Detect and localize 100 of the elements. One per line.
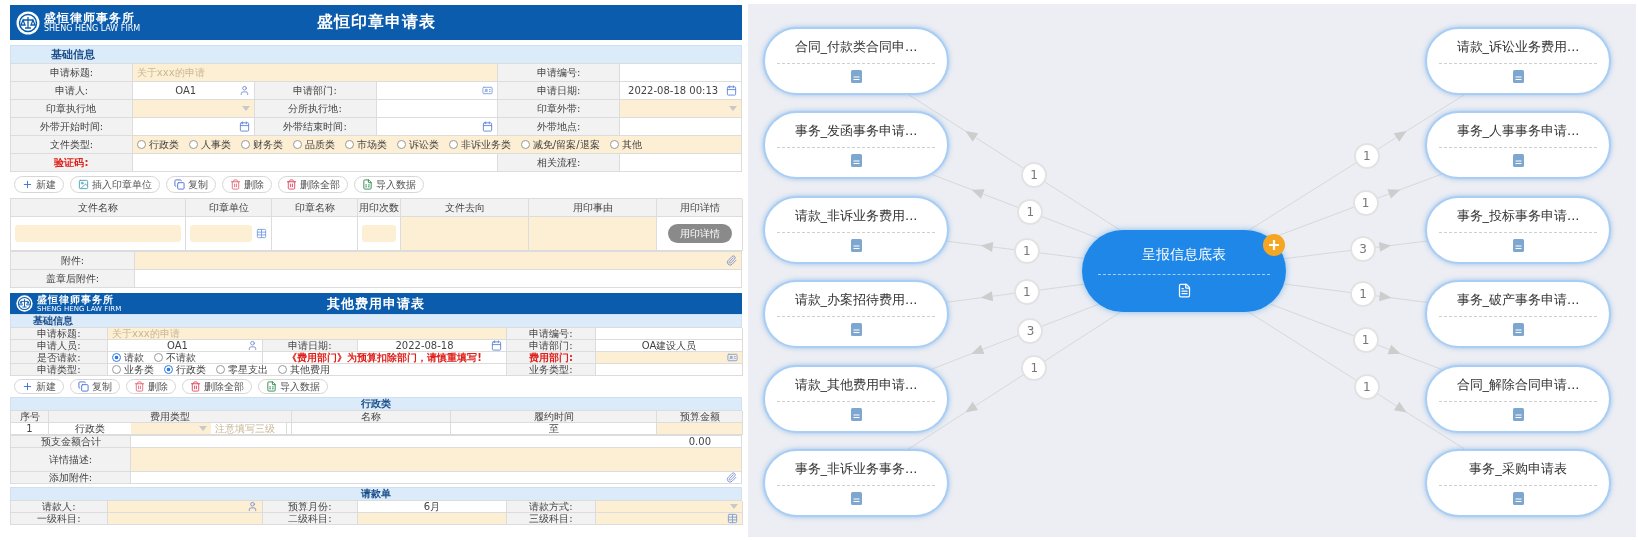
date-field[interactable]: [376, 118, 499, 136]
toolbar-button[interactable]: 导入数据: [258, 379, 328, 394]
toolbar-button[interactable]: 插入印章单位: [70, 176, 160, 193]
text-field[interactable]: [132, 154, 499, 172]
toolbar-button[interactable]: 删除全部: [182, 379, 252, 394]
grid-icon[interactable]: [727, 513, 738, 524]
add-button[interactable]: [1263, 234, 1285, 256]
id-card-icon[interactable]: [482, 85, 494, 96]
text-field[interactable]: [529, 217, 657, 251]
caret-icon[interactable]: [729, 106, 737, 111]
radio-button[interactable]: [164, 365, 173, 374]
paperclip-icon[interactable]: [726, 472, 737, 483]
toolbar-button[interactable]: 复制: [70, 379, 120, 394]
department-field[interactable]: [376, 82, 499, 100]
radio-button[interactable]: [520, 140, 530, 149]
toolbar-button[interactable]: 删除: [126, 379, 176, 394]
text-field[interactable]: [620, 154, 742, 172]
section-header: 基础信息: [10, 45, 742, 63]
radio-button[interactable]: [448, 140, 458, 149]
date-field[interactable]: 2022-08-18 00:13: [620, 82, 742, 100]
input-field[interactable]: [15, 225, 181, 242]
text-field[interactable]: [596, 328, 743, 340]
map-node[interactable]: 事务_采购申请表: [1425, 449, 1611, 517]
map-node[interactable]: 请款_非诉业务费用...: [763, 195, 949, 264]
input-field[interactable]: [362, 225, 396, 242]
text-field[interactable]: [620, 64, 742, 82]
paperclip-icon[interactable]: [726, 255, 737, 266]
dropdown-field[interactable]: [596, 501, 743, 513]
radio-button[interactable]: [136, 140, 146, 149]
date-field[interactable]: 2022-08-18: [358, 340, 507, 352]
text-field[interactable]: [657, 423, 743, 435]
radio-button[interactable]: [609, 140, 619, 149]
caret-icon[interactable]: [199, 426, 207, 431]
radio-label: 请款: [124, 352, 144, 363]
map-node[interactable]: 事务_发函事务申请...: [763, 111, 949, 180]
user-icon[interactable]: [238, 85, 250, 96]
map-node[interactable]: 合同_付款类合同申...: [763, 27, 949, 95]
text-field[interactable]: [596, 364, 743, 376]
text-field[interactable]: OA建设人员: [596, 340, 743, 352]
calendar-icon[interactable]: [491, 340, 502, 351]
toolbar-button[interactable]: 导入数据: [354, 176, 424, 193]
field-label: 二级科目:: [263, 513, 358, 525]
map-node[interactable]: 请款_其他费用申请...: [763, 364, 949, 433]
toolbar-button[interactable]: 复制: [166, 176, 216, 193]
radio-button[interactable]: [154, 353, 163, 362]
toolbar-button[interactable]: 删除: [222, 176, 272, 193]
map-node[interactable]: 合同_解除合同申请...: [1425, 364, 1611, 433]
attachment-field[interactable]: [135, 252, 742, 270]
toolbar-button[interactable]: 删除全部: [278, 176, 348, 193]
dropdown-field[interactable]: [620, 100, 742, 118]
lookup-field[interactable]: [596, 513, 743, 525]
dropdown-field[interactable]: [131, 423, 211, 434]
map-node[interactable]: 事务_投标事务申请...: [1425, 195, 1611, 264]
text-field[interactable]: [108, 513, 263, 525]
caret-icon[interactable]: [730, 504, 738, 509]
user-icon[interactable]: [247, 501, 258, 512]
caret-icon[interactable]: [241, 106, 250, 111]
plus-icon: [22, 381, 33, 392]
radio-button[interactable]: [278, 365, 287, 374]
department-field[interactable]: [596, 352, 743, 364]
radio-button[interactable]: [112, 365, 121, 374]
text-field[interactable]: [620, 118, 742, 136]
text-field[interactable]: 6月: [358, 501, 507, 513]
text-field[interactable]: 至: [451, 423, 657, 435]
text-field[interactable]: [358, 513, 507, 525]
radio-button[interactable]: [240, 140, 250, 149]
calendar-icon[interactable]: [726, 85, 737, 96]
text-field[interactable]: [135, 270, 742, 288]
radio-button[interactable]: [396, 140, 406, 149]
id-card-icon[interactable]: [727, 352, 738, 363]
calendar-icon[interactable]: [482, 121, 494, 132]
date-field[interactable]: [132, 118, 255, 136]
text-field[interactable]: [272, 217, 358, 251]
user-field[interactable]: [108, 501, 263, 513]
user-field[interactable]: OA1: [108, 340, 263, 352]
user-icon[interactable]: [247, 340, 258, 351]
radio-button[interactable]: [112, 353, 121, 362]
toolbar-button[interactable]: 新建: [14, 176, 64, 193]
radio-button[interactable]: [188, 140, 198, 149]
calendar-icon[interactable]: [238, 121, 250, 132]
dropdown-field[interactable]: [132, 100, 255, 118]
center-node[interactable]: 呈报信息底表: [1082, 230, 1286, 312]
text-area[interactable]: [131, 448, 742, 472]
map-node[interactable]: 请款_办案招待费用...: [763, 280, 949, 349]
map-node[interactable]: 请款_诉讼业务费用...: [1425, 27, 1611, 95]
text-field[interactable]: [401, 217, 529, 251]
radio-button[interactable]: [344, 140, 354, 149]
toolbar-button[interactable]: 新建: [14, 379, 64, 394]
map-node[interactable]: 事务_人事事务申请...: [1425, 111, 1611, 180]
text-field[interactable]: [292, 423, 451, 435]
input-field[interactable]: [190, 225, 252, 242]
text-field[interactable]: [376, 100, 499, 118]
grid-icon[interactable]: [256, 228, 267, 239]
radio-button[interactable]: [292, 140, 302, 149]
attachment-field[interactable]: [131, 472, 742, 484]
user-field[interactable]: OA1: [132, 82, 255, 100]
map-node[interactable]: 事务_非诉业务事务...: [763, 449, 949, 517]
radio-button[interactable]: [216, 365, 225, 374]
map-node[interactable]: 事务_破产事务申请...: [1425, 280, 1611, 349]
node-title: 事务_人事事务申请...: [1456, 122, 1580, 141]
